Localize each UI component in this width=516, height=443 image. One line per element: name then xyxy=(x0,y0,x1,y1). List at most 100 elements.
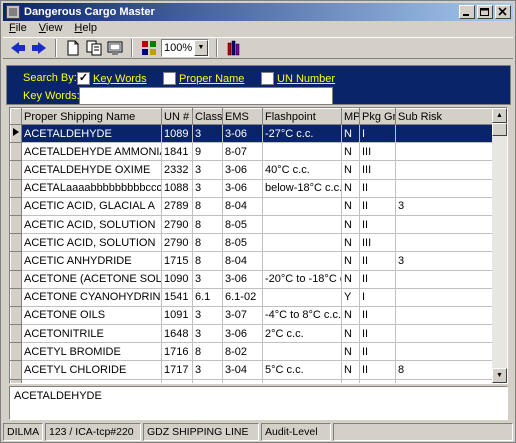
table-row[interactable]: ACETIC ACID, GLACIAL A 2789 8 8-04 N II 3 xyxy=(10,196,494,216)
table-cell[interactable]: 1717 xyxy=(161,360,193,380)
column-header[interactable]: UN # xyxy=(161,108,193,125)
row-indicator[interactable] xyxy=(10,233,22,253)
column-header[interactable]: EMS xyxy=(222,108,263,125)
row-indicator[interactable] xyxy=(10,342,22,362)
row-indicator[interactable] xyxy=(10,123,22,144)
column-header[interactable]: Class xyxy=(192,108,223,125)
checkbox-icon[interactable] xyxy=(163,72,176,85)
table-cell[interactable]: N xyxy=(341,197,360,216)
table-cell[interactable]: 3 xyxy=(192,306,223,326)
table-cell[interactable] xyxy=(395,142,494,162)
menu-file[interactable]: File xyxy=(3,22,33,36)
scroll-thumb[interactable] xyxy=(492,123,507,136)
table-cell[interactable]: ACETALDEHYDE OXIME xyxy=(21,160,162,180)
table-cell[interactable]: 3 xyxy=(192,324,223,344)
table-cell[interactable]: 8-05 xyxy=(222,233,263,253)
table-cell[interactable]: 2°C c.c. xyxy=(262,324,342,344)
table-row[interactable]: ACETIC ANHYDRIDE 1715 8 8-04 N II 3 xyxy=(10,251,494,271)
table-cell[interactable]: N xyxy=(341,324,360,344)
table-cell[interactable]: 1091 xyxy=(161,306,193,326)
table-cell[interactable]: 8-02 xyxy=(222,379,263,383)
table-cell[interactable]: 3 xyxy=(192,270,223,289)
table-row[interactable]: ACETONE CYANOHYDRIN, STAB15416.16.1-02 YI xyxy=(10,287,494,307)
row-indicator[interactable] xyxy=(10,324,22,344)
table-cell[interactable]: 6.1-02 xyxy=(222,288,263,307)
table-row[interactable]: ACETONE (ACETONE SOLUTION109033-06-20°C … xyxy=(10,269,494,289)
table-cell[interactable]: -20°C to -18°C c.c. xyxy=(262,270,342,289)
table-cell[interactable]: N xyxy=(341,379,360,383)
table-cell[interactable]: 3-06 xyxy=(222,160,263,180)
table-row[interactable]: ACETIC ACID, SOLUTION 2790 8 8-05 N III xyxy=(10,233,494,253)
table-cell[interactable]: ACETALaaaabbbbbbbbbcccccc xyxy=(21,179,162,198)
row-indicator[interactable] xyxy=(10,142,22,162)
table-cell[interactable]: 1088 xyxy=(161,179,193,198)
table-cell[interactable]: III xyxy=(359,142,396,162)
table-row[interactable]: ACETYL BROMIDE 1716 8 8-02 N II xyxy=(10,342,494,362)
menu-view[interactable]: View xyxy=(33,22,69,36)
table-cell[interactable]: ACETIC ACID, GLACIAL A xyxy=(21,197,162,216)
table-cell[interactable]: 9 xyxy=(192,142,223,162)
table-cell[interactable] xyxy=(395,288,494,307)
table-cell[interactable]: 6.1 xyxy=(192,288,223,307)
table-cell[interactable]: 2790 xyxy=(161,233,193,253)
row-indicator[interactable] xyxy=(10,305,22,326)
table-cell[interactable]: N xyxy=(341,360,360,380)
table-cell[interactable]: ACETIC ANHYDRIDE xyxy=(21,251,162,271)
table-cell[interactable]: 1898 xyxy=(161,379,193,383)
back-button[interactable] xyxy=(9,39,27,57)
table-cell[interactable]: 1715 xyxy=(161,251,193,271)
new-document-button[interactable] xyxy=(64,39,82,57)
table-cell[interactable]: II xyxy=(359,251,396,271)
table-cell[interactable]: N xyxy=(341,215,360,235)
table-cell[interactable]: III xyxy=(359,233,396,253)
table-cell[interactable]: II xyxy=(359,360,396,380)
table-cell[interactable]: 2789 xyxy=(161,197,193,216)
table-cell[interactable]: 2790 xyxy=(161,215,193,235)
table-row[interactable]: ACETALaaaabbbbbbbbbcccccc108833-06below-… xyxy=(10,178,494,198)
table-cell[interactable] xyxy=(395,379,494,383)
forward-button[interactable] xyxy=(30,39,48,57)
table-cell[interactable]: N xyxy=(341,124,360,144)
table-cell[interactable]: N xyxy=(341,179,360,198)
table-cell[interactable]: 8 xyxy=(192,251,223,271)
scroll-up-icon[interactable]: ▲ xyxy=(492,108,507,123)
table-cell[interactable]: ACETYL BROMIDE xyxy=(21,342,162,362)
table-cell[interactable] xyxy=(395,270,494,289)
table-cell[interactable]: II xyxy=(359,197,396,216)
table-cell[interactable]: 5°C c.c. xyxy=(262,360,342,380)
search-option-un-number[interactable]: UN Number xyxy=(261,72,335,85)
table-cell[interactable]: II xyxy=(359,324,396,344)
table-cell[interactable]: N xyxy=(341,142,360,162)
table-cell[interactable]: 1716 xyxy=(161,342,193,362)
table-cell[interactable]: ACETYL CHLORIDE xyxy=(21,360,162,380)
table-cell[interactable] xyxy=(262,142,342,162)
table-cell[interactable]: 1841 xyxy=(161,142,193,162)
table-cell[interactable]: II xyxy=(359,306,396,326)
table-cell[interactable]: II xyxy=(359,270,396,289)
vertical-scrollbar[interactable]: ▲ ▼ xyxy=(492,108,507,383)
table-cell[interactable]: N xyxy=(341,306,360,326)
search-option-proper-name[interactable]: Proper Name xyxy=(163,72,244,85)
table-cell[interactable]: 2332 xyxy=(161,160,193,180)
table-cell[interactable]: 8-04 xyxy=(222,197,263,216)
minimize-button[interactable] xyxy=(459,5,475,19)
table-cell[interactable]: ACETONE OILS xyxy=(21,306,162,326)
table-cell[interactable]: I xyxy=(359,288,396,307)
column-header[interactable]: MP xyxy=(341,108,360,125)
table-cell[interactable]: 3 xyxy=(192,124,223,144)
table-cell[interactable] xyxy=(262,215,342,235)
table-cell[interactable]: 40°C c.c. xyxy=(262,160,342,180)
table-cell[interactable] xyxy=(262,251,342,271)
row-indicator[interactable] xyxy=(10,160,22,180)
column-header[interactable]: Proper Shipping Name xyxy=(21,108,162,125)
table-cell[interactable]: II xyxy=(359,215,396,235)
table-row[interactable]: ACETONITRILE 1648 3 3-06 2°C c.c. N II xyxy=(10,324,494,344)
table-cell[interactable]: ACETONITRILE xyxy=(21,324,162,344)
maximize-button[interactable] xyxy=(477,5,493,19)
table-cell[interactable] xyxy=(395,233,494,253)
table-row[interactable]: ACETYL IODIDE189888-02 NII xyxy=(10,378,494,383)
keywords-input[interactable] xyxy=(79,87,333,105)
table-cell[interactable]: -4°C to 8°C c.c. xyxy=(262,306,342,326)
table-cell[interactable]: 8-02 xyxy=(222,342,263,362)
table-row[interactable]: ACETONE OILS 1091 3 3-07 -4°C to 8°C c.c. N II xyxy=(10,305,494,326)
